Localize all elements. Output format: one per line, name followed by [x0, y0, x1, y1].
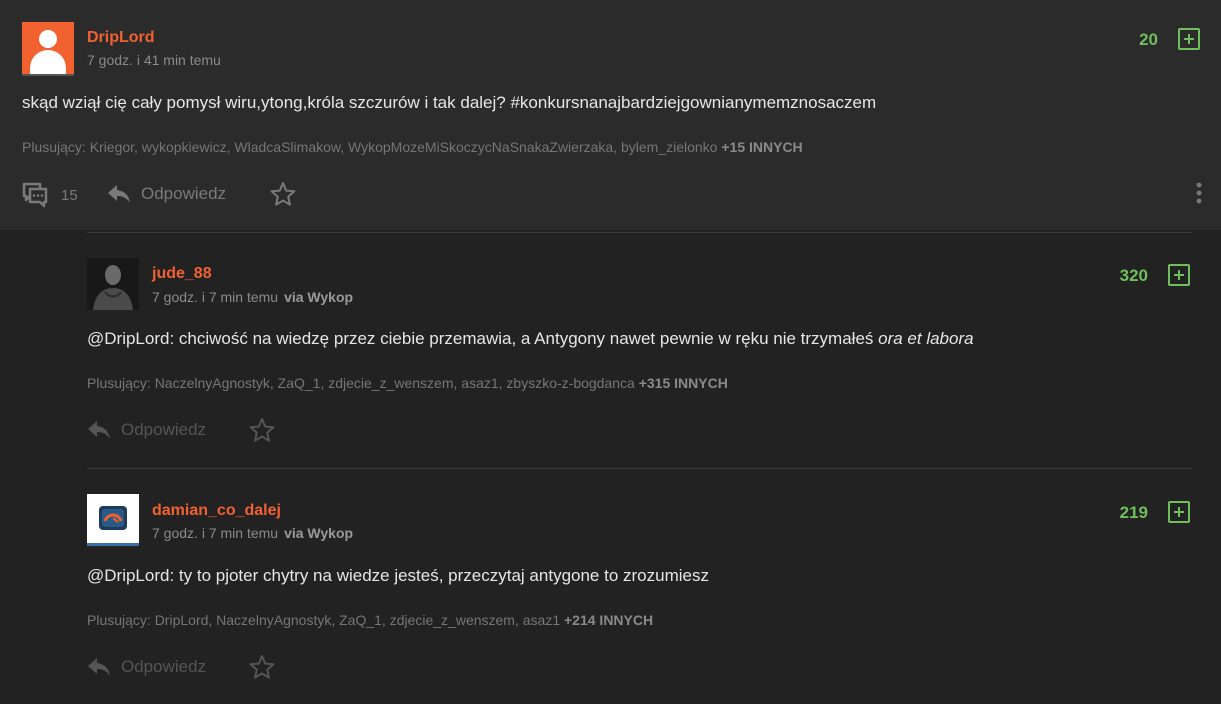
plus-vote-button[interactable] — [1178, 28, 1200, 50]
avatar-logo-icon — [99, 506, 127, 530]
reply-text: : chciwość na wiedzę przez ciebie przema… — [169, 329, 879, 348]
mention-link[interactable]: @DripLord — [87, 566, 169, 585]
comments-button[interactable]: 15 — [22, 182, 78, 208]
plus-vote-button[interactable] — [1168, 264, 1190, 286]
reply-text-italic: ora et labora — [878, 329, 974, 348]
post-text: skąd wziął cię cały pomysł wiru,ytong,kr… — [22, 93, 511, 112]
divider — [87, 468, 1192, 469]
post-author[interactable]: DripLord — [87, 29, 155, 47]
voters-names[interactable]: Plusujący: NaczelnyAgnostyk, ZaQ_1, zdje… — [87, 375, 635, 391]
reply-button[interactable]: Odpowiedz — [87, 419, 206, 441]
reply-label: Odpowiedz — [121, 420, 207, 439]
reply-time[interactable]: 7 godz. i 7 min temu — [152, 289, 278, 305]
voters-names[interactable]: Plusujący: DripLord, NaczelnyAgnostyk, Z… — [87, 612, 560, 628]
avatar-photo-icon — [87, 258, 139, 310]
voters-list: Plusujący: DripLord, NaczelnyAgnostyk, Z… — [87, 612, 653, 628]
comments-icon — [22, 182, 48, 208]
voters-list: Plusujący: NaczelnyAgnostyk, ZaQ_1, zdje… — [87, 375, 728, 391]
reply-text: : ty to pjoter chytry na wiedze jesteś, … — [169, 566, 709, 585]
star-icon[interactable] — [249, 654, 275, 680]
post-time[interactable]: 7 godz. i 41 min temu — [87, 52, 221, 68]
reply-meta: 7 godz. i 7 min temu via Wykop — [152, 289, 353, 305]
hashtag-link[interactable]: #konkursnanajbardziejgownianymemznosacze… — [510, 93, 876, 112]
voters-more[interactable]: +315 INNYCH — [639, 375, 728, 391]
vote-count: 320 — [1119, 266, 1148, 285]
user-avatar-icon[interactable] — [22, 22, 74, 76]
reply-author[interactable]: damian_co_dalej — [152, 502, 281, 520]
avatar[interactable] — [87, 258, 139, 310]
reply-label: Odpowiedz — [121, 657, 207, 676]
star-icon[interactable] — [249, 417, 275, 443]
comments-count: 15 — [61, 186, 78, 204]
voters-more[interactable]: +15 INNYCH — [721, 139, 802, 155]
reply-meta: 7 godz. i 7 min temu via Wykop — [152, 525, 353, 541]
reply-time[interactable]: 7 godz. i 7 min temu — [152, 525, 278, 541]
reply-arrow-icon — [88, 658, 110, 676]
reply-arrow-icon — [88, 421, 110, 439]
post-content: skąd wziął cię cały pomysł wiru,ytong,kr… — [22, 93, 876, 113]
mention-link[interactable]: @DripLord — [87, 329, 169, 348]
avatar[interactable] — [87, 494, 139, 546]
reply-via[interactable]: via Wykop — [284, 289, 353, 305]
reply-arrow-icon — [108, 185, 130, 203]
voters-list: Plusujący: Kriegor, wykopkiewicz, Wladca… — [22, 139, 803, 155]
divider — [87, 232, 1192, 233]
reply-button[interactable]: Odpowiedz — [107, 183, 226, 205]
voters-names[interactable]: Plusujący: Kriegor, wykopkiewicz, Wladca… — [22, 139, 717, 155]
reply-author[interactable]: jude_88 — [152, 265, 212, 283]
vote-count: 219 — [1119, 503, 1148, 522]
voters-more[interactable]: +214 INNYCH — [564, 612, 653, 628]
main-post: DripLord 7 godz. i 41 min temu 20 skąd w… — [0, 0, 1221, 230]
reply-button[interactable]: Odpowiedz — [87, 656, 206, 678]
more-vertical-icon[interactable] — [1194, 181, 1204, 207]
plus-vote-button[interactable] — [1168, 501, 1190, 523]
reply-content: @DripLord: chciwość na wiedzę przez cieb… — [87, 329, 974, 349]
reply-label: Odpowiedz — [141, 184, 227, 203]
reply-content: @DripLord: ty to pjoter chytry na wiedze… — [87, 566, 709, 586]
vote-count: 20 — [1139, 30, 1158, 49]
star-icon[interactable] — [270, 181, 296, 207]
reply-via[interactable]: via Wykop — [284, 525, 353, 541]
